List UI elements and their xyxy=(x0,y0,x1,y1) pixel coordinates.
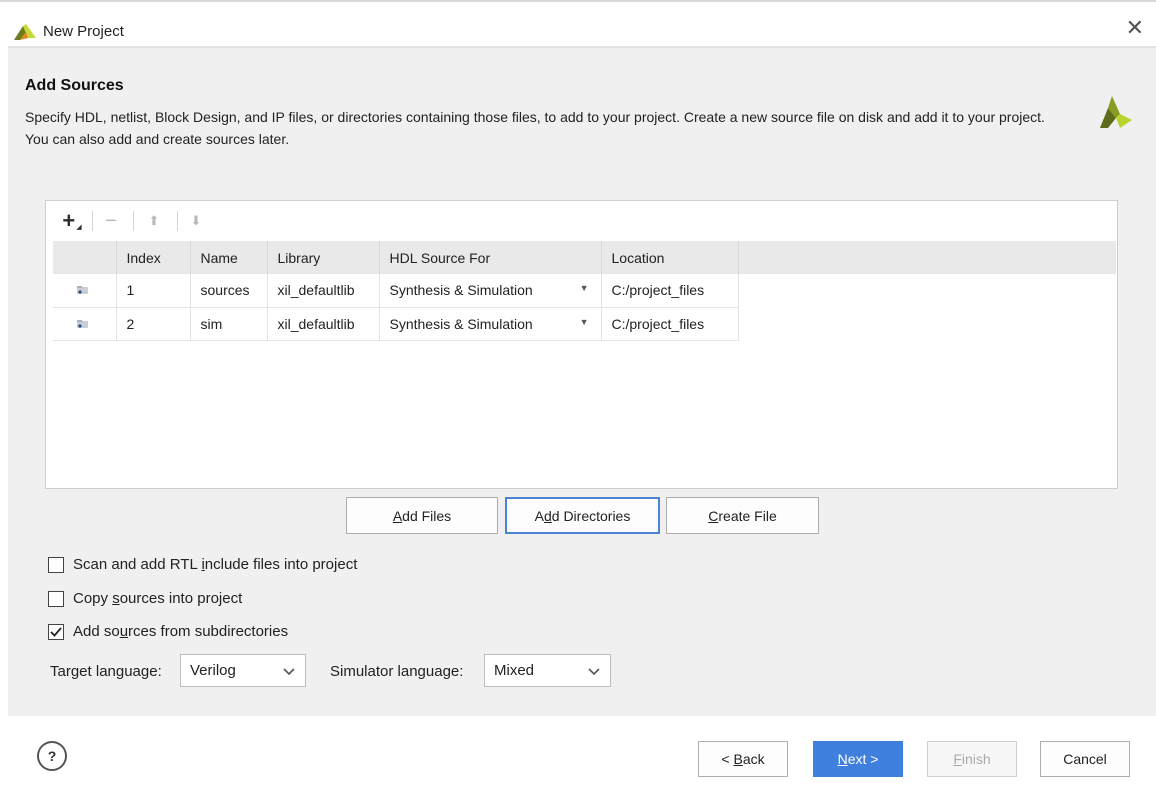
next-button[interactable]: Next > xyxy=(813,741,903,777)
finish-label: inish xyxy=(961,751,991,767)
column-header-index[interactable]: Index xyxy=(116,241,191,274)
folder-icon xyxy=(53,274,117,308)
target-language-value: Verilog xyxy=(190,662,236,679)
column-header-name[interactable]: Name xyxy=(190,241,268,274)
add-files-mnemonic: A xyxy=(392,507,403,524)
row-index: 1 xyxy=(116,274,191,308)
add-directories-prefix: A xyxy=(534,507,544,524)
finish-button[interactable]: Finish xyxy=(927,741,1017,777)
help-icon[interactable]: ? xyxy=(37,741,67,771)
add-directories-label: d Directories xyxy=(551,507,631,524)
row-index: 2 xyxy=(116,307,191,341)
copy-sources-label: ources into project xyxy=(119,590,243,607)
column-header-hdl-source-for[interactable]: HDL Source For xyxy=(379,241,602,274)
subdirectories-option[interactable]: Add so u rces from subdirectories xyxy=(48,623,288,640)
move-up-button[interactable]: ⬆ xyxy=(144,207,164,235)
back-label: ack xyxy=(742,751,765,767)
add-files-label: dd Files xyxy=(402,507,452,524)
chevron-down-icon xyxy=(588,663,600,680)
content-area: Add Sources Specify HDL, netlist, Block … xyxy=(8,48,1156,716)
column-header-filler xyxy=(738,241,1116,274)
back-button[interactable]: < Back xyxy=(698,741,788,777)
copy-sources-label-prefix: Copy xyxy=(73,590,113,607)
footer-bar: ? < Back Next > Finish Cancel xyxy=(0,716,1156,801)
toolbar-separator xyxy=(177,211,178,231)
column-header-location[interactable]: Location xyxy=(601,241,739,274)
sources-table: Index Name Library HDL Source For Locati… xyxy=(53,241,1116,341)
scan-rtl-checkbox[interactable] xyxy=(48,556,64,573)
target-language-select[interactable]: Verilog xyxy=(180,654,306,687)
back-prefix: < xyxy=(721,751,734,767)
subdirectories-label-prefix: Add so xyxy=(73,623,120,640)
row-library[interactable]: xil_defaultlib xyxy=(267,274,380,308)
table-row[interactable]: 1 sources xil_defaultlib Synthesis & Sim… xyxy=(53,274,1116,308)
check-icon xyxy=(50,626,62,637)
scan-rtl-label-prefix: Scan and add RTL xyxy=(73,556,202,573)
arrow-down-icon: ⬇ xyxy=(190,213,202,228)
row-hdl-source-for: Synthesis & Simulation xyxy=(389,315,533,332)
vivado-brand-icon xyxy=(1096,94,1132,133)
sources-table-panel: + ◢ − ⬆ ⬇ Index Name Library HDL Source … xyxy=(45,200,1118,489)
row-location: C:/project_files xyxy=(601,274,739,308)
add-directories-button[interactable]: Add Directories xyxy=(505,497,660,534)
toolbar-separator xyxy=(92,211,93,231)
copy-sources-mnemonic: s xyxy=(112,590,120,607)
create-file-mnemonic: C xyxy=(708,507,719,524)
row-location: C:/project_files xyxy=(601,307,739,341)
create-file-button[interactable]: Create File xyxy=(666,497,819,534)
column-header-icon xyxy=(53,241,117,274)
table-toolbar: + ◢ − ⬆ ⬇ xyxy=(46,201,1117,241)
window-title: New Project xyxy=(43,23,124,40)
scan-rtl-label: nclude files into project xyxy=(204,556,358,573)
caret-down-icon: ▼ xyxy=(579,283,589,293)
row-filler xyxy=(738,307,1116,340)
arrow-up-icon: ⬆ xyxy=(148,213,160,228)
target-language-label: Target language: xyxy=(50,663,162,680)
add-source-button[interactable]: + ◢ xyxy=(59,207,85,235)
simulator-language-select[interactable]: Mixed xyxy=(484,654,611,687)
scan-rtl-option[interactable]: Scan and add RTL i nclude files into proj… xyxy=(48,556,357,573)
table-row[interactable]: 2 sim xil_defaultlib Synthesis & Simulat… xyxy=(53,307,1116,341)
copy-sources-checkbox[interactable] xyxy=(48,590,64,607)
subdirectories-mnemonic: u xyxy=(119,623,129,640)
chevron-down-icon xyxy=(283,663,295,680)
add-files-button[interactable]: Add Files xyxy=(346,497,498,534)
next-label: ext > xyxy=(847,751,879,767)
close-icon[interactable]: ✕ xyxy=(1126,17,1144,39)
row-hdl-source-for-select[interactable]: Synthesis & Simulation ▼ xyxy=(379,307,602,341)
add-directories-mnemonic: d xyxy=(543,507,552,524)
vivado-logo-icon xyxy=(14,24,36,43)
back-mnemonic: B xyxy=(733,751,743,767)
row-filler xyxy=(738,274,1116,307)
subdirectories-label: rces from subdirectories xyxy=(128,623,289,640)
move-down-button[interactable]: ⬇ xyxy=(186,207,206,235)
row-library[interactable]: xil_defaultlib xyxy=(267,307,380,341)
table-header-row: Index Name Library HDL Source For Locati… xyxy=(53,241,1116,274)
row-hdl-source-for: Synthesis & Simulation xyxy=(389,282,533,299)
next-mnemonic: N xyxy=(837,751,848,767)
create-file-label: reate File xyxy=(718,507,777,524)
page-description: Specify HDL, netlist, Block Design, and … xyxy=(25,109,1045,147)
copy-sources-option[interactable]: Copy s ources into project xyxy=(48,590,242,607)
row-name: sim xyxy=(190,307,268,341)
finish-mnemonic: F xyxy=(953,751,962,767)
folder-icon xyxy=(53,307,117,341)
row-hdl-source-for-select[interactable]: Synthesis & Simulation ▼ xyxy=(379,274,602,308)
toolbar-separator xyxy=(133,211,134,231)
remove-source-button[interactable]: − xyxy=(99,207,123,235)
dropdown-corner-icon: ◢ xyxy=(76,224,82,231)
plus-icon: + xyxy=(62,208,76,233)
simulator-language-label: Simulator language: xyxy=(330,663,464,680)
simulator-language-value: Mixed xyxy=(494,662,535,679)
page-title: Add Sources xyxy=(25,77,124,94)
row-name: sources xyxy=(190,274,268,308)
title-bar: New Project ✕ xyxy=(0,0,1156,48)
cancel-button[interactable]: Cancel xyxy=(1040,741,1130,777)
caret-down-icon: ▼ xyxy=(579,316,589,327)
minus-icon: − xyxy=(105,209,117,232)
subdirectories-checkbox[interactable] xyxy=(48,623,64,640)
column-header-library[interactable]: Library xyxy=(267,241,380,274)
